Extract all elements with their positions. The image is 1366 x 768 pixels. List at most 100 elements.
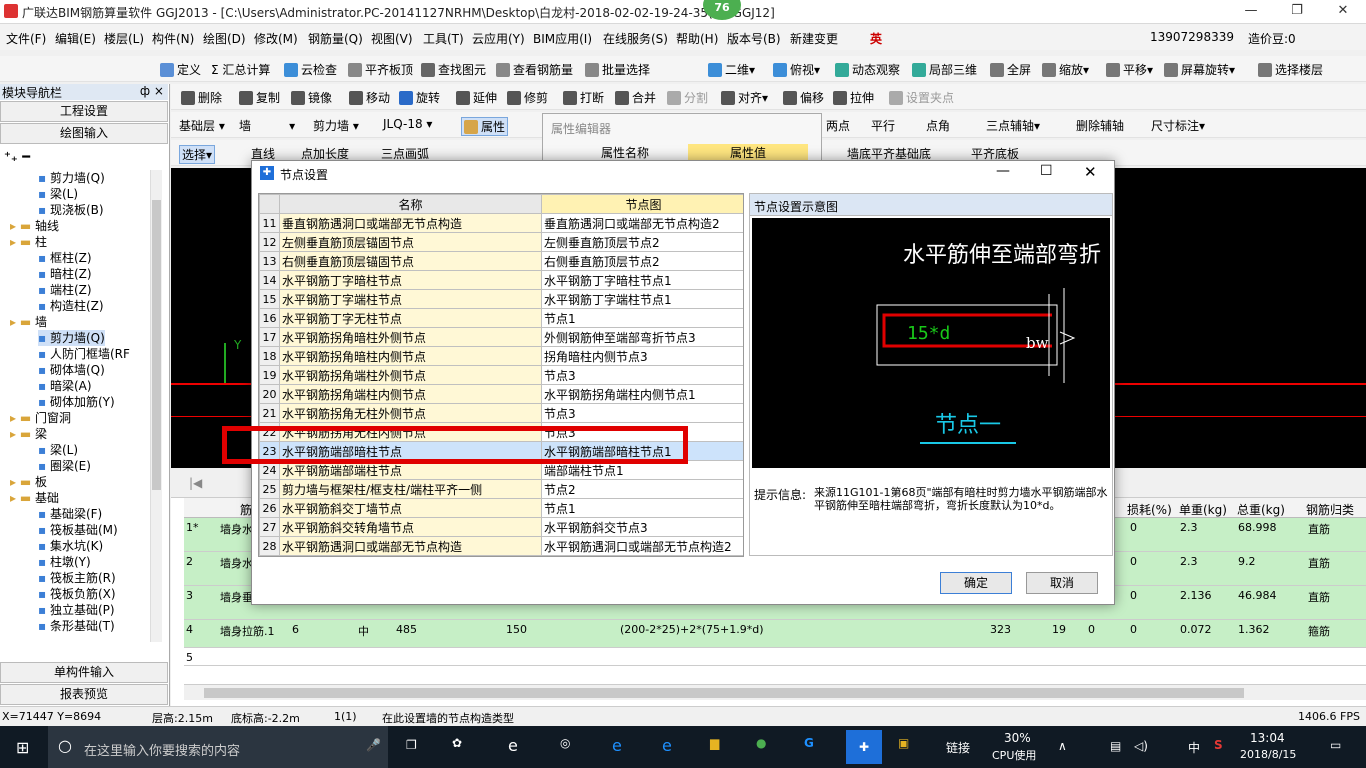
three-point-aux-button[interactable]: 三点辅轴 ▾ bbox=[986, 117, 1040, 134]
tree-item[interactable]: ▪ 暗柱(Z) bbox=[38, 266, 92, 282]
g-app-icon[interactable]: G bbox=[804, 736, 814, 750]
tree-item[interactable]: ▪ 筏板负筋(X) bbox=[38, 586, 116, 602]
ie-icon[interactable]: e bbox=[508, 736, 518, 755]
menu-version[interactable]: 版本号(B) bbox=[727, 30, 781, 47]
row-node[interactable]: 水平钢筋遇洞口或端部无节点构造2 bbox=[541, 536, 743, 556]
tree-item[interactable]: ▪ 暗梁(A) bbox=[38, 378, 92, 394]
tree-item[interactable]: ▪ 集水坑(K) bbox=[38, 538, 103, 554]
phone-number[interactable]: 13907298339 bbox=[1150, 30, 1234, 44]
row-node[interactable]: 拐角暗柱内侧节点3 bbox=[541, 346, 743, 366]
select-floor-button[interactable]: 选择楼层 bbox=[1258, 61, 1323, 78]
tree-item[interactable]: ▪ 构造柱(Z) bbox=[38, 298, 104, 314]
drawing-input-button[interactable]: 绘图输入 bbox=[0, 123, 168, 144]
row-node[interactable]: 节点1 bbox=[541, 308, 743, 328]
tree-item[interactable]: ▸ ▬ 轴线 bbox=[10, 218, 59, 234]
report-preview-button[interactable]: 报表预览 bbox=[0, 684, 168, 705]
tree-item[interactable]: ▪ 梁(L) bbox=[38, 442, 78, 458]
menu-rebar[interactable]: 钢筋量(Q) bbox=[308, 30, 363, 47]
type-select[interactable]: 墙 ▾ bbox=[239, 117, 295, 134]
menu-file[interactable]: 文件(F) bbox=[6, 30, 46, 47]
row-node[interactable]: 右侧垂直筋顶层节点2 bbox=[541, 251, 743, 271]
two-point-button[interactable]: 两点 bbox=[826, 117, 850, 134]
node-row[interactable]: 21 水平钢筋拐角无柱外侧节点 节点3 bbox=[259, 403, 743, 423]
tree-item[interactable]: ▸ ▬ 柱 bbox=[10, 234, 47, 250]
tree-item[interactable]: ▪ 砌体加筋(Y) bbox=[38, 394, 115, 410]
tree-item[interactable]: ▪ 人防门框墙(RF bbox=[38, 346, 130, 362]
notification-icon[interactable]: ▭ bbox=[1330, 738, 1341, 752]
tree-item[interactable]: ▪ 独立基础(P) bbox=[38, 602, 115, 618]
menu-draw[interactable]: 绘图(D) bbox=[203, 30, 246, 47]
first-page-icon[interactable]: |◀ bbox=[189, 476, 202, 490]
row-node[interactable]: 水平钢筋斜交节点3 bbox=[541, 517, 743, 537]
trim-button[interactable]: 修剪 bbox=[507, 89, 548, 106]
dialog-close-button[interactable]: ✕ bbox=[1084, 163, 1097, 181]
dialog-maximize-button[interactable]: ☐ bbox=[1040, 163, 1053, 179]
green-app-icon[interactable]: ● bbox=[756, 736, 766, 750]
tree-item[interactable]: ▪ 基础梁(F) bbox=[38, 506, 102, 522]
menu-floor[interactable]: 楼层(L) bbox=[104, 30, 144, 47]
ggj-app-icon[interactable]: ✚ bbox=[846, 730, 882, 764]
menu-tools[interactable]: 工具(T) bbox=[423, 30, 464, 47]
set-grip-button[interactable]: 设置夹点 bbox=[889, 89, 954, 106]
node-row[interactable]: 11 垂直钢筋遇洞口或端部无节点构造 垂直筋遇洞口或端部无节点构造2 bbox=[259, 213, 743, 233]
dialog-minimize-button[interactable]: — bbox=[996, 163, 1010, 179]
tree-item[interactable]: ▸ ▬ 门窗洞 bbox=[10, 410, 71, 426]
menu-cloud[interactable]: 云应用(Y) bbox=[472, 30, 525, 47]
node-row[interactable]: 16 水平钢筋丁字无柱节点 节点1 bbox=[259, 308, 743, 328]
table-row[interactable]: 4 墙身拉筋.1 6 中 485 150 (200-2*25)+2*(75+1.9*d) 32… bbox=[184, 620, 1366, 648]
tree-item[interactable]: ▪ 端柱(Z) bbox=[38, 282, 92, 298]
browser-icon[interactable]: ◎ bbox=[560, 736, 570, 750]
menu-modify[interactable]: 修改(M) bbox=[254, 30, 298, 47]
cloud-check-button[interactable]: 云检查 bbox=[284, 61, 337, 78]
ok-button[interactable]: 确定 bbox=[940, 572, 1012, 594]
task-view-icon[interactable]: ❐ bbox=[406, 738, 417, 752]
node-row[interactable]: 27 水平钢筋斜交转角墙节点 水平钢筋斜交节点3 bbox=[259, 517, 743, 537]
row-node[interactable]: 节点3 bbox=[541, 403, 743, 423]
summary-calc-button[interactable]: Σ 汇总计算 bbox=[211, 61, 270, 78]
price-beans[interactable]: 造价豆:0 bbox=[1248, 30, 1296, 47]
row-node[interactable]: 节点3 bbox=[541, 365, 743, 385]
node-row[interactable]: 14 水平钢筋丁字暗柱节点 水平钢筋丁字暗柱节点1 bbox=[259, 270, 743, 290]
point-angle-button[interactable]: 点角 bbox=[926, 117, 950, 134]
minimize-button[interactable]: — bbox=[1228, 0, 1274, 24]
tree-item[interactable]: ▪ 柱墩(Y) bbox=[38, 554, 91, 570]
cancel-button[interactable]: 取消 bbox=[1026, 572, 1098, 594]
expand-collapse-icon[interactable]: ⁺₊ ━ bbox=[4, 150, 30, 165]
node-row[interactable]: 25 剪力墙与框架柱/框支柱/端柱平齐一侧 节点2 bbox=[259, 479, 743, 499]
tree-item[interactable]: ▪ 剪力墙(Q) bbox=[38, 170, 105, 186]
delete-aux-button[interactable]: 删除辅轴 bbox=[1076, 117, 1124, 134]
tree-item[interactable]: ▸ ▬ 墙 bbox=[10, 314, 47, 330]
node-row[interactable]: 17 水平钢筋拐角暗柱外侧节点 外侧钢筋伸至端部弯折节点3 bbox=[259, 327, 743, 347]
menu-bim[interactable]: BIM应用(I) bbox=[533, 30, 592, 47]
tree-item[interactable]: ▪ 圈梁(E) bbox=[38, 458, 91, 474]
menu-component[interactable]: 构件(N) bbox=[152, 30, 194, 47]
node-row[interactable]: 26 水平钢筋斜交丁墙节点 节点1 bbox=[259, 498, 743, 518]
close-button[interactable]: ✕ bbox=[1320, 0, 1366, 24]
menu-online[interactable]: 在线服务(S) bbox=[603, 30, 668, 47]
network-icon[interactable]: ▤ bbox=[1110, 739, 1121, 753]
node-row[interactable]: 19 水平钢筋拐角端柱外侧节点 节点3 bbox=[259, 365, 743, 385]
row-node[interactable]: 外侧钢筋伸至端部弯折节点3 bbox=[541, 327, 743, 347]
dynamic-view-button[interactable]: 动态观察 bbox=[835, 61, 900, 78]
menu-edit[interactable]: 编辑(E) bbox=[55, 30, 96, 47]
tree-item[interactable]: ▪ 筏板主筋(R) bbox=[38, 570, 116, 586]
table-row[interactable]: 5 bbox=[184, 648, 1366, 666]
define-button[interactable]: 定义 bbox=[160, 61, 201, 78]
taskbar-link[interactable]: 链接 bbox=[946, 739, 970, 756]
volume-icon[interactable]: ◁) bbox=[1134, 739, 1148, 753]
move-button[interactable]: 移动 bbox=[349, 89, 390, 106]
stretch-button[interactable]: 拉伸 bbox=[833, 89, 874, 106]
row-node[interactable]: 左侧垂直筋顶层节点2 bbox=[541, 232, 743, 252]
maximize-button[interactable]: ❐ bbox=[1274, 0, 1320, 24]
rotate-button[interactable]: 旋转 bbox=[399, 89, 440, 106]
notes-app-icon[interactable]: ▣ bbox=[898, 736, 909, 750]
view-rebar-button[interactable]: 查看钢筋量 bbox=[496, 61, 573, 78]
mirror-button[interactable]: 镜像 bbox=[291, 89, 332, 106]
row-node[interactable]: 节点1 bbox=[541, 498, 743, 518]
top-view-dropdown[interactable]: 俯视 ▾ bbox=[773, 61, 820, 78]
row-node[interactable]: 水平钢筋丁字端柱节点1 bbox=[541, 289, 743, 309]
local-3d-button[interactable]: 局部三维 bbox=[912, 61, 977, 78]
batch-select-button[interactable]: 批量选择 bbox=[585, 61, 650, 78]
subtype-select[interactable]: 剪力墙 ▾ bbox=[313, 117, 359, 134]
folder-icon[interactable]: ▆ bbox=[710, 736, 719, 750]
